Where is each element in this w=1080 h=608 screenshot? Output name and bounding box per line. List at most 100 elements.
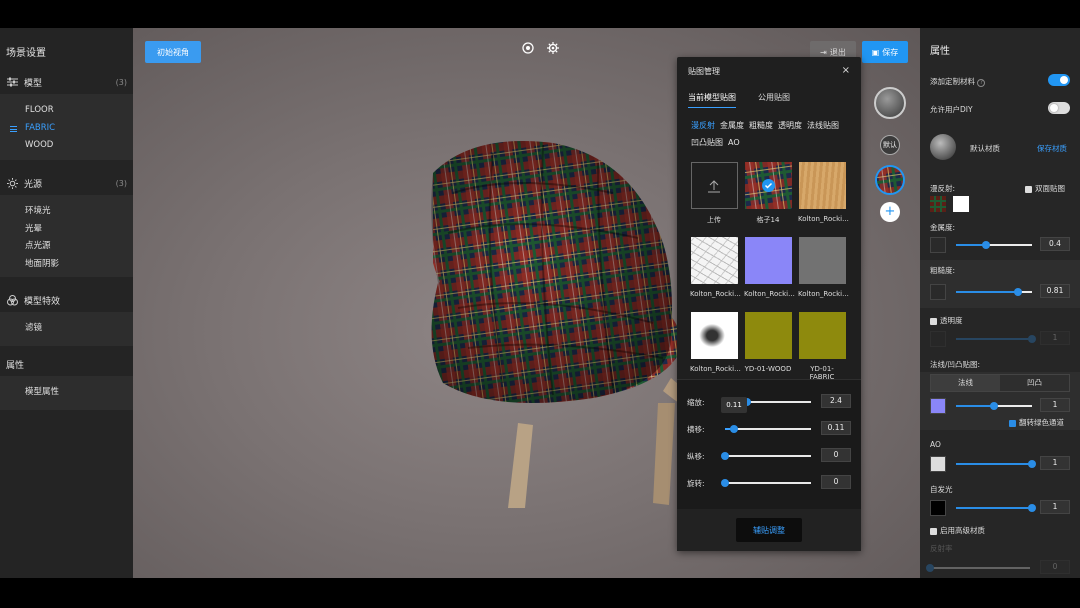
normal-track[interactable] [956, 402, 1032, 410]
metalness-value[interactable]: 0.4 [1040, 237, 1070, 251]
section-effect-header[interactable]: 模型特效 [0, 289, 133, 311]
section-model-header[interactable]: 模型 (3) [0, 71, 133, 93]
channel-ao[interactable]: AO [728, 138, 740, 147]
channel-bump[interactable]: 凹凸贴图 [691, 138, 723, 147]
emissive-color-slot[interactable] [930, 500, 946, 516]
metalness-knob[interactable] [982, 241, 990, 249]
offset-y-slider[interactable]: 纵移: 0 [687, 448, 851, 464]
channel-opacity[interactable]: 透明度 [778, 121, 802, 130]
roughness-value[interactable]: 0.81 [1040, 284, 1070, 298]
save-button[interactable]: ▣ 保存 [862, 41, 908, 63]
reflect-value[interactable]: 0 [1040, 560, 1070, 574]
rotate-knob[interactable] [721, 479, 729, 487]
normal-knob[interactable] [990, 402, 998, 410]
upload-tile[interactable]: 上传 [690, 162, 738, 225]
texture-tile-crack[interactable]: Kolton_Rocki... [690, 237, 741, 298]
adjust-texture-button[interactable]: 辅贴调整 [736, 518, 802, 542]
initial-view-button[interactable]: 初始视角 [145, 41, 201, 63]
roughness-slider[interactable]: 0.81 [930, 283, 1070, 301]
section-props-header[interactable]: 属性 [0, 353, 133, 375]
texture-tile-normal[interactable]: Kolton_Rocki... [744, 237, 795, 298]
save-material-link[interactable]: 保存材质 [1037, 143, 1077, 154]
help-icon[interactable]: ? [977, 79, 986, 87]
emissive-value[interactable]: 1 [1040, 500, 1070, 514]
scale-value[interactable]: 2.4 [821, 394, 851, 408]
reflect-track[interactable] [926, 564, 1030, 572]
double-sided-option[interactable]: 双面贴图 [1025, 183, 1075, 194]
advanced-option[interactable]: 启用高级材质 [930, 525, 1070, 536]
offset-x-knob[interactable] [730, 425, 738, 433]
props-item-model-attr[interactable]: 模型属性 [0, 384, 133, 402]
light-item-shadow[interactable]: 地面阴影 [0, 256, 133, 274]
ao-value[interactable]: 1 [1040, 456, 1070, 470]
offset-y-value[interactable]: 0 [821, 448, 851, 462]
opacity-map-slot[interactable] [930, 331, 946, 347]
rotate-track[interactable] [721, 479, 811, 487]
opacity-option[interactable]: 透明度 [930, 315, 1070, 326]
metalness-track[interactable] [956, 241, 1032, 249]
opacity-knob[interactable] [1028, 335, 1036, 343]
ao-track[interactable] [956, 460, 1036, 468]
normal-map-slot[interactable] [930, 398, 946, 414]
scale-slider[interactable]: 缩放: 2.4 [687, 394, 851, 410]
metalness-slider[interactable]: 0.4 [930, 236, 1070, 254]
target-icon[interactable] [522, 39, 534, 54]
texture-tile-yd-wood[interactable]: YD-01-WOOD [744, 312, 792, 373]
channel-normal[interactable]: 法线贴图 [807, 121, 839, 130]
normal-slider[interactable]: 1 [930, 397, 1070, 415]
add-material-icon[interactable]: + [880, 202, 900, 222]
texture-tile-wood[interactable]: Kolton_Rocki... [798, 162, 849, 223]
bump-tab[interactable]: 凹凸 [1000, 375, 1069, 391]
light-item-ambient[interactable]: 环境光 [0, 203, 133, 221]
flip-green-option[interactable]: 翻转绿色通道 [1009, 417, 1077, 428]
channel-metal[interactable]: 金属度 [720, 121, 744, 130]
diffuse-texture-swatch[interactable] [930, 196, 946, 212]
model-item-floor[interactable]: FLOOR [0, 102, 133, 120]
reflect-knob[interactable] [926, 564, 934, 572]
3d-viewport[interactable]: 初始视角 ⇥ 退出 ▣ 保存 默认 + 贴图管理 × 当前模型贴图 公用贴图 漫… [133, 28, 920, 578]
settings-gear-icon[interactable] [547, 39, 559, 54]
light-item-point[interactable]: 点光源 [0, 238, 133, 256]
add-custom-toggle[interactable] [1048, 74, 1070, 86]
material-preview-sphere[interactable] [874, 87, 906, 119]
roughness-map-slot[interactable] [930, 284, 946, 300]
offset-x-slider[interactable]: 横移: 0.11 [687, 421, 851, 437]
default-material-button[interactable]: 默认 [880, 135, 900, 155]
offset-x-track[interactable] [725, 425, 811, 433]
opacity-value[interactable]: 1 [1040, 331, 1070, 345]
advanced-checkbox[interactable] [930, 527, 937, 535]
texture-tile-ao[interactable]: Kolton_Rocki... [690, 312, 741, 373]
model-item-wood[interactable]: WOOD [0, 137, 133, 155]
material-sphere-icon[interactable] [930, 134, 956, 160]
emissive-knob[interactable] [1028, 504, 1036, 512]
light-item-halo[interactable]: 光晕 [0, 221, 133, 239]
offset-y-track[interactable] [721, 452, 811, 460]
section-light-header[interactable]: 光源 (3) [0, 172, 133, 194]
offset-x-value[interactable]: 0.11 [821, 421, 851, 435]
normal-tab[interactable]: 法线 [931, 375, 1000, 391]
allow-diy-toggle[interactable] [1048, 102, 1070, 114]
channel-diffuse[interactable]: 漫反射 [691, 121, 715, 130]
reflect-slider[interactable]: 0 [926, 559, 1070, 577]
opacity-checkbox[interactable] [930, 317, 937, 325]
texture-tile-gray[interactable]: Kolton_Rocki... [798, 237, 849, 298]
normal-value[interactable]: 1 [1040, 398, 1070, 412]
metalness-map-slot[interactable] [930, 237, 946, 253]
ao-slider[interactable]: 1 [930, 455, 1070, 473]
offset-y-knob[interactable] [721, 452, 729, 460]
model-item-fabric[interactable]: FABRIC [0, 120, 133, 138]
rotate-slider[interactable]: 旋转: 0 [687, 475, 851, 491]
channel-rough[interactable]: 粗糙度 [749, 121, 773, 130]
texture-tile-yd-fabric[interactable]: YD-01-FABRIC [798, 312, 846, 381]
opacity-track[interactable] [956, 335, 1036, 343]
rotate-value[interactable]: 0 [821, 475, 851, 489]
tab-public[interactable]: 公用贴图 [758, 92, 790, 108]
emissive-slider[interactable]: 1 [930, 499, 1070, 517]
opacity-slider[interactable]: 1 [930, 330, 1070, 348]
emissive-track[interactable] [956, 504, 1036, 512]
roughness-knob[interactable] [1014, 288, 1022, 296]
tab-current-model[interactable]: 当前模型贴图 [688, 92, 736, 108]
close-icon[interactable]: × [842, 65, 850, 76]
texture-tile-plaid[interactable]: 格子14 [744, 162, 792, 225]
double-sided-checkbox[interactable] [1025, 185, 1032, 193]
